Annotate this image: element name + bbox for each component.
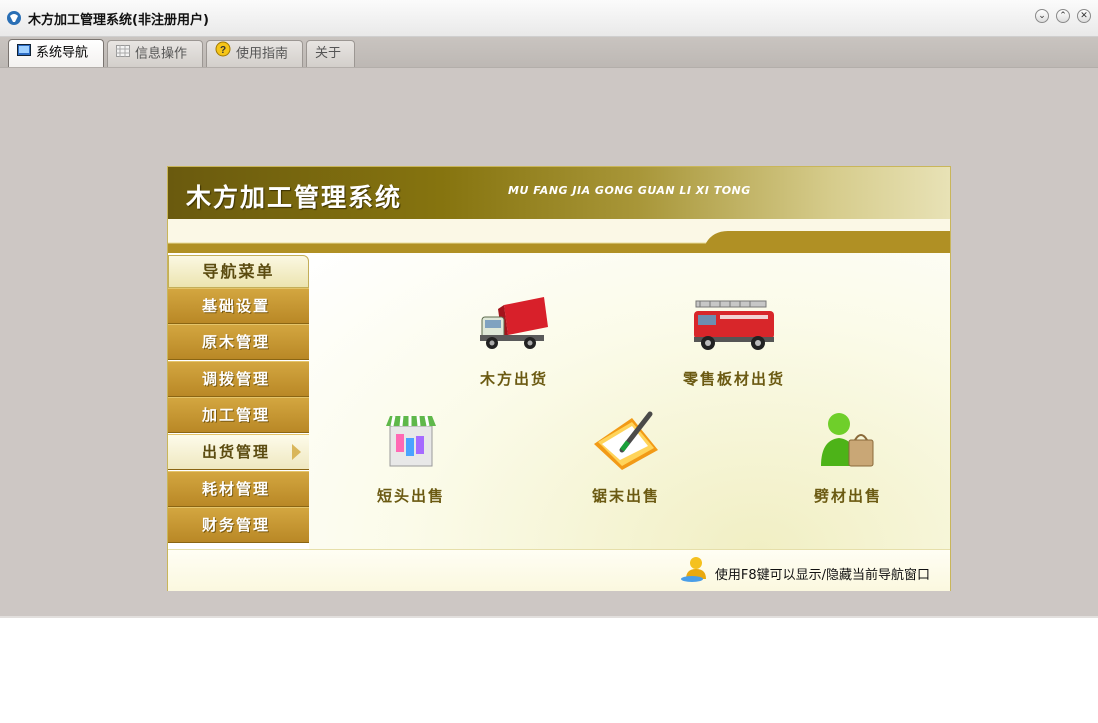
tab-label: 信息操作 — [135, 46, 188, 62]
tab-label: 系统导航 — [36, 45, 89, 61]
nav-item-transfer-management[interactable]: 调拨管理 — [168, 361, 309, 397]
nav-item-finance-management[interactable]: 财务管理 — [168, 507, 309, 543]
nav-item-label: 出货管理 — [202, 443, 271, 461]
restore-button[interactable]: ⌃ — [1056, 9, 1070, 23]
banner-decoration — [168, 219, 950, 253]
nav-item-consumables-management[interactable]: 耗材管理 — [168, 471, 309, 507]
nav-item-label: 加工管理 — [202, 406, 271, 424]
function-label: 锯末出售 — [591, 487, 660, 505]
function-label: 零售板材出货 — [682, 370, 785, 388]
minimize-button[interactable]: ⌄ — [1035, 9, 1049, 23]
function-area: 木方出货 零售板材出货 短头出售 锯末出售 劈材出售 — [309, 253, 950, 549]
tab-info-operations[interactable]: 信息操作 — [107, 40, 203, 67]
monitor-icon — [17, 40, 31, 66]
nav-item-label: 耗材管理 — [202, 480, 271, 498]
truck-icon — [459, 293, 569, 356]
nav-item-label: 基础设置 — [202, 297, 271, 315]
nav-item-label: 财务管理 — [202, 516, 271, 534]
nav-item-label: 调拨管理 — [202, 370, 271, 388]
function-sawdust-sale[interactable]: 锯末出售 — [571, 410, 681, 506]
help-icon: ? — [215, 41, 231, 67]
f8-hint-text: 使用F8键可以显示/隐藏当前导航窗口 — [714, 568, 930, 583]
app-logo-icon — [6, 10, 22, 26]
tab-strip: 系统导航 信息操作 ? 使用指南 关于 — [0, 37, 1098, 68]
shop-icon — [356, 410, 466, 475]
tab-label: 关于 — [315, 46, 342, 61]
svg-text:?: ? — [220, 45, 226, 56]
function-retail-board-shipment[interactable]: 零售板材出货 — [664, 293, 804, 389]
function-lumber-shipment[interactable]: 木方出货 — [459, 293, 569, 389]
tab-about[interactable]: 关于 — [306, 40, 355, 67]
chevron-up-icon: ⌃ — [1059, 11, 1067, 21]
panel-footer: 使用F8键可以显示/隐藏当前导航窗口 — [168, 549, 950, 591]
folder-pen-icon — [571, 410, 681, 475]
navigation-panel: 木方加工管理系统 MU FANG JIA GONG GUAN LI XI TON… — [167, 166, 951, 591]
tab-system-navigation[interactable]: 系统导航 — [8, 39, 104, 68]
nav-menu: 导航菜单 基础设置 原木管理 调拨管理 加工管理 出货管理 耗材管理 财务管理 — [168, 255, 309, 548]
nav-item-basic-settings[interactable]: 基础设置 — [168, 288, 309, 324]
panel-banner: 木方加工管理系统 MU FANG JIA GONG GUAN LI XI TON… — [168, 167, 950, 219]
window-title: 木方加工管理系统(非注册用户) — [28, 13, 209, 28]
function-label: 木方出货 — [479, 370, 548, 388]
close-button[interactable]: ✕ — [1077, 9, 1091, 23]
arrow-right-icon — [292, 444, 301, 460]
tab-label: 使用指南 — [236, 46, 289, 62]
user-bag-icon — [793, 410, 903, 475]
function-short-end-sale[interactable]: 短头出售 — [356, 410, 466, 506]
panel-subtitle: MU FANG JIA GONG GUAN LI XI TONG — [508, 184, 751, 197]
fire-truck-icon — [664, 293, 804, 356]
function-label: 短头出售 — [376, 487, 445, 505]
chevron-down-icon: ⌄ — [1038, 11, 1046, 21]
function-firewood-sale[interactable]: 劈材出售 — [793, 410, 903, 506]
nav-menu-header: 导航菜单 — [168, 255, 309, 288]
nav-item-shipping-management[interactable]: 出货管理 — [168, 434, 309, 470]
panel-title: 木方加工管理系统 — [186, 183, 403, 212]
nav-item-processing-management[interactable]: 加工管理 — [168, 397, 309, 433]
grid-icon — [116, 41, 130, 67]
window-titlebar: 木方加工管理系统(非注册用户) ⌄ ⌃ ✕ — [0, 0, 1098, 37]
nav-item-label: 原木管理 — [202, 333, 271, 351]
nav-item-log-management[interactable]: 原木管理 — [168, 324, 309, 360]
function-label: 劈材出售 — [813, 487, 882, 505]
workspace-bottom-border — [0, 616, 1098, 618]
tab-user-guide[interactable]: ? 使用指南 — [206, 40, 303, 67]
user-tip-icon — [680, 555, 708, 586]
close-icon: ✕ — [1080, 11, 1088, 21]
